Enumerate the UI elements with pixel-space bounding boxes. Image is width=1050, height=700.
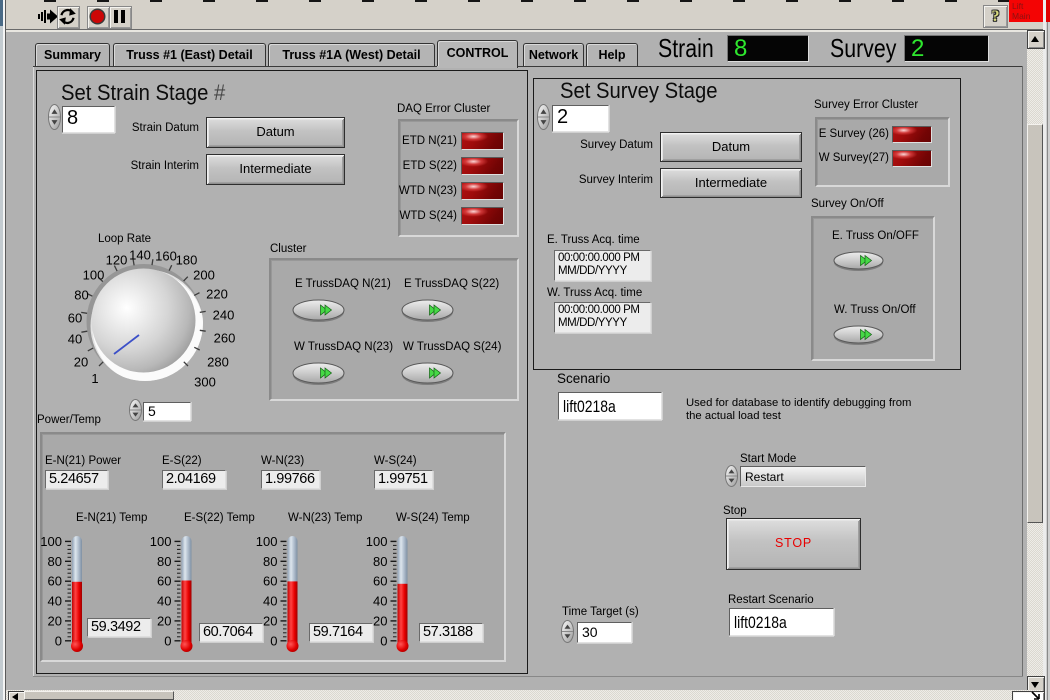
svg-text:100: 100 (83, 268, 105, 283)
svg-text:0: 0 (270, 633, 277, 648)
svg-text:20: 20 (373, 613, 387, 628)
svg-text:120: 120 (106, 253, 128, 268)
svg-text:240: 240 (213, 308, 235, 323)
svg-text:100: 100 (150, 534, 172, 549)
svg-text:300: 300 (194, 375, 216, 390)
svg-text:100: 100 (366, 534, 388, 549)
svg-text:60: 60 (48, 574, 62, 589)
svg-text:0: 0 (380, 633, 387, 648)
svg-text:60: 60 (263, 574, 277, 589)
svg-text:80: 80 (48, 554, 62, 569)
svg-text:180: 180 (176, 253, 198, 268)
svg-text:100: 100 (40, 534, 62, 549)
svg-text:80: 80 (263, 554, 277, 569)
svg-text:20: 20 (263, 613, 277, 628)
svg-text:0: 0 (164, 633, 171, 648)
svg-text:60: 60 (373, 574, 387, 589)
svg-text:20: 20 (74, 355, 88, 370)
svg-text:40: 40 (373, 594, 387, 609)
svg-text:60: 60 (157, 574, 171, 589)
svg-text:80: 80 (74, 288, 88, 303)
svg-text:160: 160 (155, 249, 177, 264)
svg-text:20: 20 (157, 613, 171, 628)
svg-text:40: 40 (68, 332, 82, 347)
svg-text:40: 40 (157, 594, 171, 609)
svg-text:100: 100 (256, 534, 278, 549)
svg-text:80: 80 (157, 554, 171, 569)
svg-text:220: 220 (206, 287, 228, 302)
svg-text:60: 60 (68, 311, 82, 326)
svg-text:40: 40 (263, 594, 277, 609)
svg-text:80: 80 (373, 554, 387, 569)
svg-text:40: 40 (48, 594, 62, 609)
svg-text:260: 260 (214, 331, 236, 346)
svg-text:280: 280 (207, 355, 229, 370)
svg-text:0: 0 (55, 633, 62, 648)
svg-text:200: 200 (193, 268, 215, 283)
svg-text:20: 20 (48, 613, 62, 628)
svg-text:140: 140 (129, 248, 151, 263)
svg-text:1: 1 (91, 371, 98, 386)
